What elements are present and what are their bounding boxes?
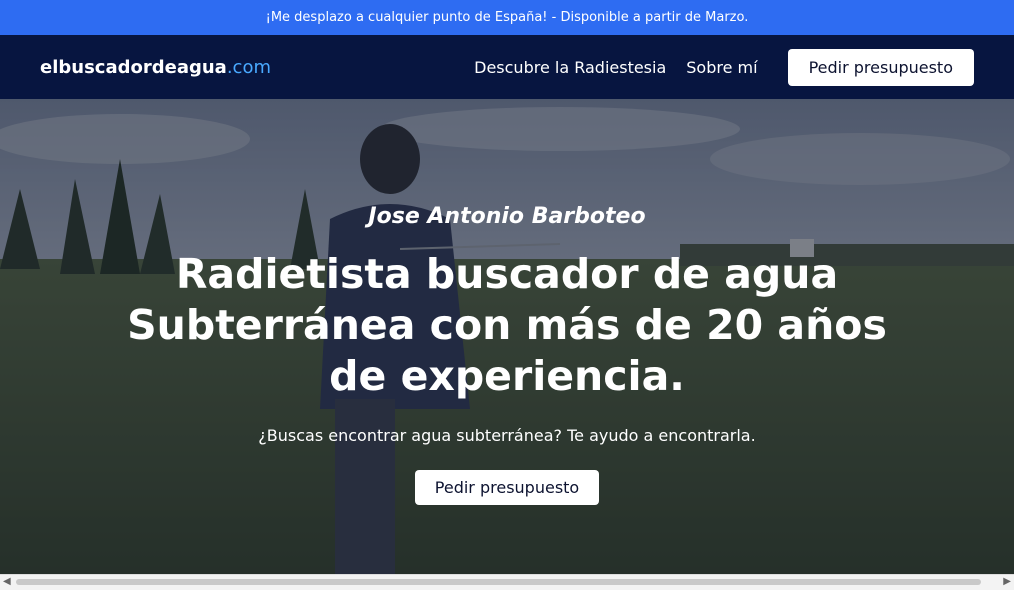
logo-name: elbuscadordeagua bbox=[40, 56, 227, 78]
hero-section: Jose Antonio Barboteo Radietista buscado… bbox=[0, 99, 1014, 590]
hero-content: Jose Antonio Barboteo Radietista buscado… bbox=[0, 204, 1014, 505]
navigation-bar: elbuscadordeagua.com Descubre la Radiest… bbox=[0, 35, 1014, 99]
scroll-right-icon[interactable]: ▶ bbox=[1003, 576, 1011, 587]
scroll-left-icon[interactable]: ◀ bbox=[3, 576, 11, 587]
nav-quote-button[interactable]: Pedir presupuesto bbox=[787, 48, 974, 86]
nav-link-descubre[interactable]: Descubre la Radiestesia bbox=[474, 58, 666, 77]
scrollbar-thumb[interactable] bbox=[16, 579, 981, 585]
horizontal-scrollbar[interactable]: ◀ ▶ bbox=[0, 574, 1014, 590]
logo-tld: .com bbox=[226, 56, 271, 78]
site-logo[interactable]: elbuscadordeagua.com bbox=[40, 57, 271, 78]
announcement-bar: ¡Me desplazo a cualquier punto de España… bbox=[0, 0, 1014, 35]
nav-link-sobre-mi[interactable]: Sobre mí bbox=[686, 58, 757, 77]
hero-headline: Radietista buscador de agua Subterránea … bbox=[127, 250, 887, 400]
nav-links: Descubre la Radiestesia Sobre mí Pedir p… bbox=[454, 48, 974, 86]
announcement-text: ¡Me desplazo a cualquier punto de España… bbox=[265, 10, 749, 25]
hero-quote-button[interactable]: Pedir presupuesto bbox=[414, 470, 600, 505]
hero-subtitle: ¿Buscas encontrar agua subterránea? Te a… bbox=[258, 426, 756, 445]
hero-person-name: Jose Antonio Barboteo bbox=[368, 204, 646, 229]
